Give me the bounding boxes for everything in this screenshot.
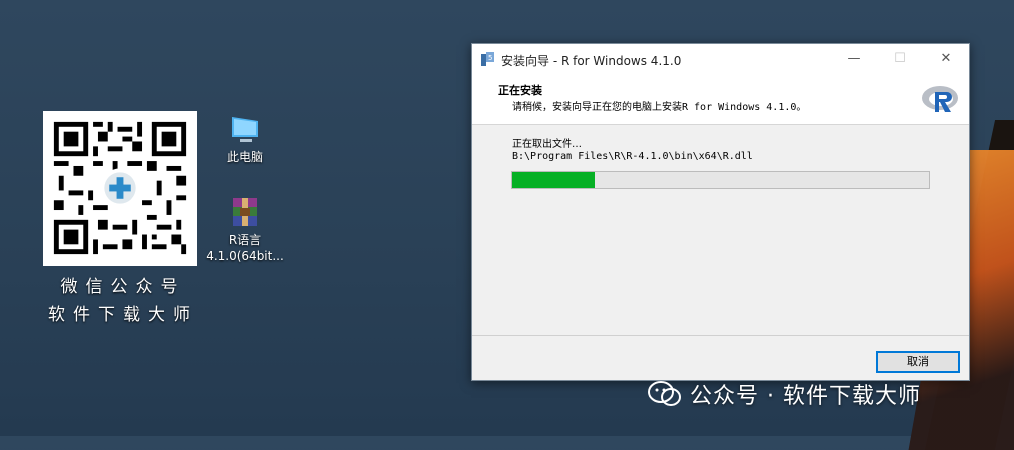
desktop-icon-label-line1: R语言 (228, 233, 262, 247)
qr-caption-line1: 微信公众号 (60, 277, 186, 297)
setup-app-icon: 5 (481, 52, 494, 66)
minimize-button[interactable]: — (831, 44, 877, 74)
wizard-header: 正在安装 请稍候，安装向导正在您的电脑上安装R for Windows 4.1.… (472, 74, 969, 125)
qr-code-graphic (49, 117, 191, 259)
current-file-path: B:\Program Files\R\R-4.1.0\bin\x64\R.dll (512, 151, 753, 162)
close-button[interactable]: ✕ (923, 44, 969, 74)
wechat-icon (648, 381, 681, 406)
winrar-archive-icon (233, 198, 257, 226)
status-text: 正在取出文件… (512, 139, 582, 150)
r-logo-icon (922, 86, 958, 112)
desktop-icon-label: 此电脑 (226, 150, 263, 164)
watermark: 公众号 · 软件下载大师 (648, 378, 921, 410)
title-bar[interactable]: 5 安装向导 - R for Windows 4.1.0 — ☐ ✕ (472, 44, 969, 74)
footer-divider (472, 335, 969, 336)
watermark-text: 公众号 · 软件下载大师 (690, 384, 921, 409)
desktop-icon-label-line2: 4.1.0(64bit... (206, 249, 284, 263)
page-title: 正在安装 (498, 84, 542, 97)
svg-text:5: 5 (488, 54, 492, 62)
wizard-body: 正在取出文件… B:\Program Files\R\R-4.1.0\bin\x… (472, 125, 969, 335)
qr-code-image (43, 111, 197, 266)
cancel-button[interactable]: 取消 (876, 351, 960, 373)
progress-fill (512, 172, 596, 188)
qr-caption-line2: 软件下载大师 (48, 305, 198, 325)
page-subtitle: 请稍候，安装向导正在您的电脑上安装R for Windows 4.1.0。 (512, 102, 807, 113)
desktop-icon-this-pc[interactable]: 此电脑 (217, 115, 273, 165)
window-title: 安装向导 - R for Windows 4.1.0 (501, 54, 682, 68)
computer-icon (232, 117, 258, 142)
maximize-button[interactable]: ☐ (877, 44, 923, 74)
installer-window[interactable]: 5 安装向导 - R for Windows 4.1.0 — ☐ ✕ 正在安装 … (471, 43, 970, 381)
desktop-icon-r-installer[interactable]: R语言 4.1.0(64bit... (205, 196, 285, 264)
progress-bar (511, 171, 930, 189)
